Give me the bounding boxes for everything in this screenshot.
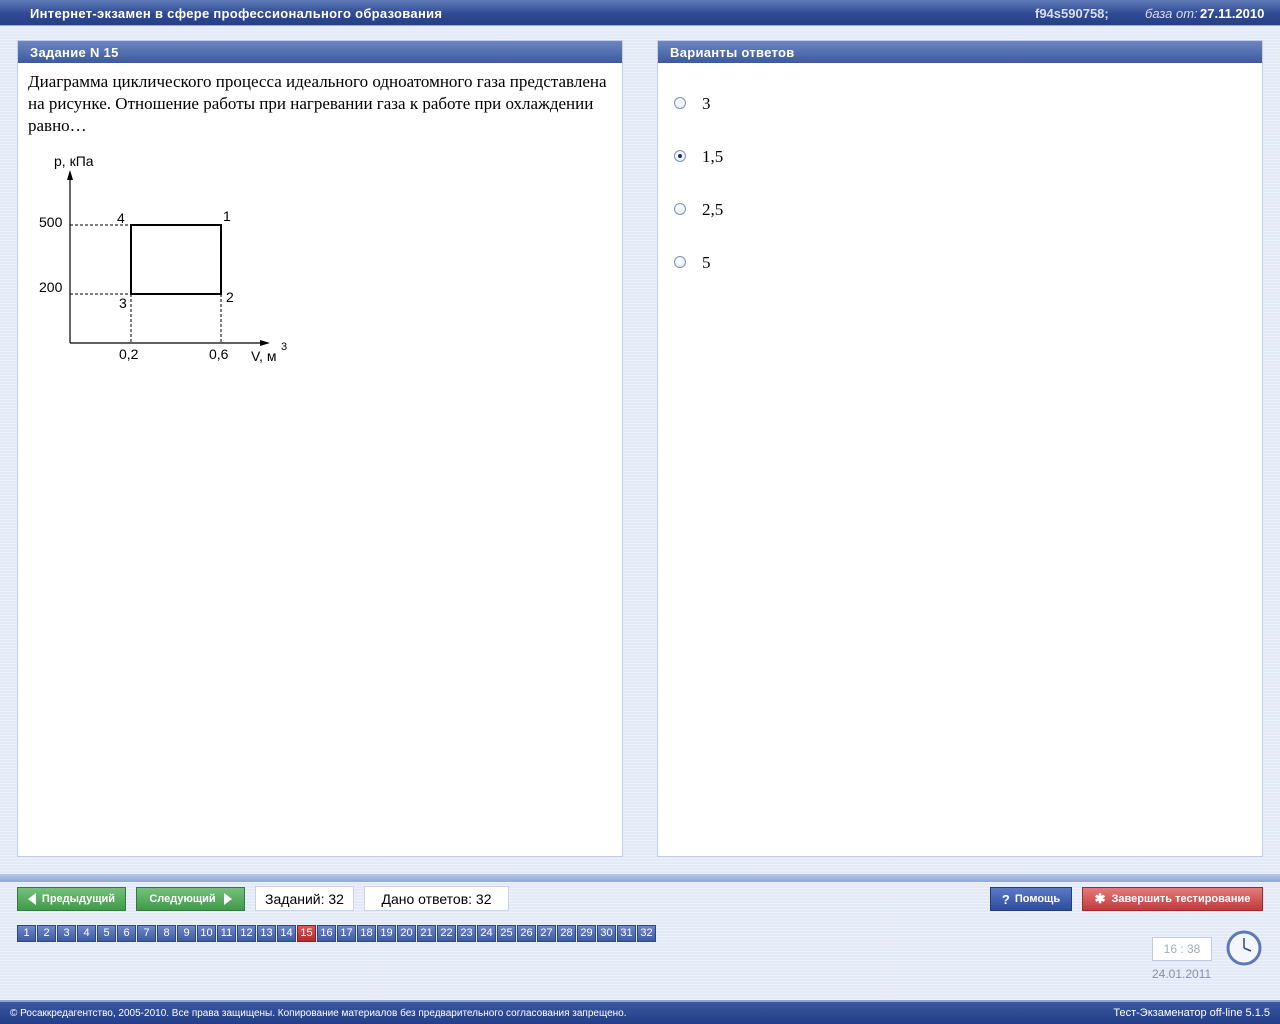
session-code: f94s590758; <box>1035 6 1109 21</box>
y-axis-arrow <box>67 170 73 180</box>
page-button-28[interactable]: 28 <box>557 925 576 942</box>
title-bar: Интернет-экзамен в сфере профессионально… <box>0 0 1280 26</box>
help-button[interactable]: ? Помощь <box>990 887 1072 911</box>
answer-label: 5 <box>702 253 711 272</box>
page-button-14[interactable]: 14 <box>277 925 296 942</box>
page-button-22[interactable]: 22 <box>437 925 456 942</box>
answer-label: 1,5 <box>702 147 724 166</box>
page-button-25[interactable]: 25 <box>497 925 516 942</box>
x-axis-arrow <box>260 340 270 346</box>
page-button-23[interactable]: 23 <box>457 925 476 942</box>
page-button-32[interactable]: 32 <box>637 925 656 942</box>
answer-label: 3 <box>702 94 711 113</box>
page-button-15[interactable]: 15 <box>297 925 316 942</box>
question-text: Диаграмма циклического процесса идеально… <box>28 72 607 135</box>
page-button-21[interactable]: 21 <box>417 925 436 942</box>
question-pager: 1 2 3 4 5 6 7 8 9 10 11 12 13 14 15 16 17 18 19 20 21 22 23 24 2… <box>17 925 657 942</box>
x-axis-label-sup: 3 <box>281 341 287 353</box>
page-button-9[interactable]: 9 <box>177 925 196 942</box>
footer: © Росаккредагентство, 2005-2010. Все пра… <box>0 1000 1280 1024</box>
page-button-16[interactable]: 16 <box>317 925 336 942</box>
page-button-5[interactable]: 5 <box>97 925 116 942</box>
pv-diagram: p, кПа 500 200 0,2 0,6 V, м 3 4 1 3 2 <box>39 153 287 364</box>
help-button-label: Помощь <box>1014 893 1061 905</box>
page-button-18[interactable]: 18 <box>357 925 376 942</box>
page-button-27[interactable]: 27 <box>537 925 556 942</box>
finish-button[interactable]: ✱ Завершить тестирование <box>1082 887 1263 911</box>
point-label-1: 1 <box>223 208 231 224</box>
y-axis-label: p, кПа <box>54 153 94 169</box>
copyright-text: © Росаккредагентство, 2005-2010. Все пра… <box>10 1008 627 1019</box>
clock-icon <box>1226 930 1262 966</box>
page-button-1[interactable]: 1 <box>17 925 36 942</box>
db-date: 27.11.2010 <box>1200 6 1265 21</box>
page-button-7[interactable]: 7 <box>137 925 156 942</box>
page-button-13[interactable]: 13 <box>257 925 276 942</box>
answers-panel: Варианты ответов 3 1,5 2,5 5 <box>657 40 1263 857</box>
question-header: Задание N 15 <box>18 41 622 63</box>
radio-button[interactable] <box>674 256 686 268</box>
y-tick-500: 500 <box>39 214 63 230</box>
x-axis-label: V, м <box>251 348 276 364</box>
time-display: 16 : 38 <box>1152 937 1212 961</box>
page-button-8[interactable]: 8 <box>157 925 176 942</box>
next-button[interactable]: Следующий <box>136 887 245 911</box>
question-panel: Задание N 15 Диаграмма циклического проц… <box>17 40 623 857</box>
prev-button[interactable]: Предыдущий <box>17 887 126 911</box>
page-button-17[interactable]: 17 <box>337 925 356 942</box>
point-label-3: 3 <box>119 295 127 311</box>
radio-button-selected[interactable] <box>674 150 686 162</box>
running-man-icon: ✱ <box>1094 891 1106 906</box>
page-button-6[interactable]: 6 <box>117 925 136 942</box>
finish-button-label: Завершить тестирование <box>1111 893 1251 905</box>
page-button-10[interactable]: 10 <box>197 925 216 942</box>
page-button-29[interactable]: 29 <box>577 925 596 942</box>
radio-button[interactable] <box>674 97 686 109</box>
radio-button[interactable] <box>674 203 686 215</box>
page-button-4[interactable]: 4 <box>77 925 96 942</box>
y-tick-200: 200 <box>39 279 63 295</box>
date-display: 24.01.2011 <box>1152 967 1212 981</box>
version-text: Тест-Экзаменатор off-line 5.1.5 <box>1113 1007 1270 1019</box>
page-button-24[interactable]: 24 <box>477 925 496 942</box>
page-button-26[interactable]: 26 <box>517 925 536 942</box>
prev-button-label: Предыдущий <box>41 893 116 905</box>
cycle-rectangle <box>130 224 222 295</box>
arrow-left-icon <box>27 893 36 905</box>
x-tick-0-6: 0,6 <box>209 346 229 362</box>
page-button-31[interactable]: 31 <box>617 925 636 942</box>
answers-header: Варианты ответов <box>658 41 1262 63</box>
tasks-counter: Заданий: 32 <box>255 886 354 911</box>
app-title: Интернет-экзамен в сфере профессионально… <box>30 6 443 21</box>
help-icon: ? <box>1001 891 1010 907</box>
point-label-2: 2 <box>226 289 234 305</box>
x-tick-0-2: 0,2 <box>119 346 139 362</box>
page-button-12[interactable]: 12 <box>237 925 256 942</box>
answer-label: 2,5 <box>702 200 724 219</box>
arrow-right-icon <box>223 893 232 905</box>
page-button-3[interactable]: 3 <box>57 925 76 942</box>
db-date-label: база от: <box>1145 6 1198 21</box>
page-button-20[interactable]: 20 <box>397 925 416 942</box>
answers-counter: Дано ответов: 32 <box>364 886 509 911</box>
point-label-4: 4 <box>117 210 125 226</box>
bottom-divider <box>0 874 1280 882</box>
page-button-11[interactable]: 11 <box>217 925 236 942</box>
page-button-30[interactable]: 30 <box>597 925 616 942</box>
page-button-19[interactable]: 19 <box>377 925 396 942</box>
page-button-2[interactable]: 2 <box>37 925 56 942</box>
next-button-label: Следующий <box>149 893 216 905</box>
